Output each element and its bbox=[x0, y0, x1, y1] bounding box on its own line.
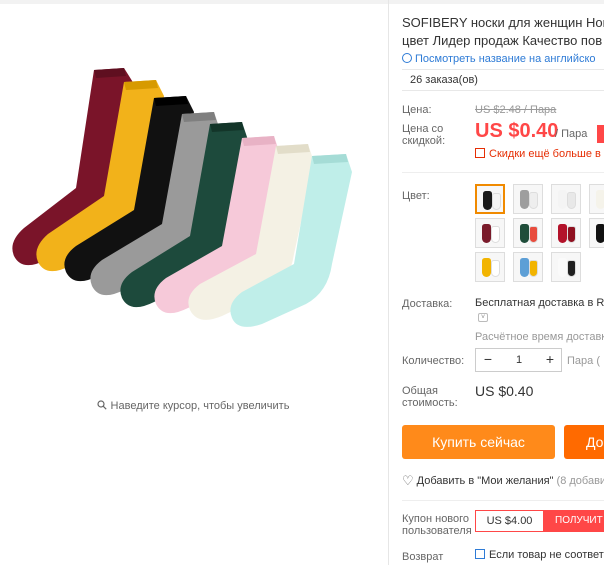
sock-shape bbox=[529, 260, 538, 277]
quantity-input[interactable] bbox=[500, 349, 538, 371]
sock-shape bbox=[482, 224, 491, 243]
discount-badge bbox=[597, 125, 604, 143]
sock-shape bbox=[491, 260, 500, 277]
coupon-value: US $4.00 bbox=[475, 510, 543, 532]
total-label: Общая стоимость: bbox=[402, 385, 458, 409]
document-icon bbox=[475, 549, 485, 559]
returns-policy[interactable]: Если товар не соответс bbox=[475, 549, 604, 561]
heart-icon: ♡ bbox=[402, 473, 414, 488]
sock-shape bbox=[483, 191, 492, 210]
add-to-wishlist-link[interactable]: ♡ Добавить в "Мои желания" (8 добави bbox=[402, 473, 604, 489]
sock-shape bbox=[567, 260, 576, 277]
sock-shape bbox=[596, 224, 604, 243]
quantity-decrease-button[interactable]: − bbox=[476, 349, 500, 371]
wishlist-count: (8 добави bbox=[556, 475, 604, 487]
sock-shape bbox=[520, 224, 529, 243]
color-swatch-white[interactable] bbox=[551, 184, 581, 214]
quantity-increase-button[interactable]: + bbox=[538, 349, 562, 371]
product-title-line1: SOFIBERY носки для женщин Нові bbox=[402, 15, 604, 30]
old-price: US $2.48 / Пара bbox=[475, 104, 557, 116]
buy-now-button[interactable]: Купить сейчас bbox=[402, 425, 555, 459]
sock-shape bbox=[558, 190, 567, 209]
zoom-hint-text: Наведите курсор, чтобы увеличить bbox=[110, 400, 290, 412]
product-title-line2: цвет Лидер продаж Качество пов bbox=[402, 33, 603, 48]
color-swatch-grey-white[interactable] bbox=[513, 184, 543, 214]
color-swatch-yellow-white[interactable] bbox=[475, 252, 505, 282]
globe-icon bbox=[402, 53, 412, 63]
total-price: US $0.40 bbox=[475, 383, 534, 399]
add-to-cart-button[interactable]: До bbox=[564, 425, 604, 459]
sock-shape bbox=[529, 192, 538, 209]
color-swatch-white-black[interactable] bbox=[551, 252, 581, 282]
orders-count: 26 заказа(ов) bbox=[402, 69, 604, 91]
returns-label: Возврат bbox=[402, 551, 444, 563]
sock-shape bbox=[520, 190, 529, 209]
color-swatch-white-cream[interactable] bbox=[589, 184, 604, 214]
shipping-label: Доставка: bbox=[402, 298, 453, 310]
discount-price-label: Цена со скидкой: bbox=[402, 123, 446, 147]
product-info-panel: SOFIBERY носки для женщин Нові цвет Лиде… bbox=[389, 0, 604, 565]
color-label: Цвет: bbox=[402, 190, 430, 202]
returns-text: Если товар не соответс bbox=[489, 549, 604, 561]
color-swatch-blue-yellow[interactable] bbox=[513, 252, 543, 282]
product-title: SOFIBERY носки для женщин Нові цвет Лиде… bbox=[402, 14, 604, 50]
quantity-unit: Пара ( bbox=[567, 355, 600, 367]
sock-shape bbox=[558, 258, 567, 277]
color-swatch-wine-white[interactable] bbox=[475, 218, 505, 248]
divider bbox=[402, 500, 604, 501]
promo-text: Скидки ещё больше в п bbox=[489, 148, 604, 160]
sock-shape bbox=[492, 193, 501, 210]
color-swatch-black-green[interactable] bbox=[589, 218, 604, 248]
translate-title-link[interactable]: Посмотреть название на английско bbox=[402, 53, 596, 65]
sock-shape bbox=[567, 192, 576, 209]
sock-shape bbox=[567, 226, 576, 243]
wishlist-text: Добавить в "Мои желания" bbox=[416, 475, 554, 487]
color-swatch-red-pair[interactable] bbox=[551, 218, 581, 248]
magnifier-icon bbox=[96, 400, 107, 410]
current-price: US $0.40 bbox=[475, 120, 559, 142]
sock-shape bbox=[596, 190, 604, 209]
divider bbox=[402, 172, 604, 173]
product-image-panel[interactable]: Наведите курсор, чтобы увеличить bbox=[0, 4, 388, 565]
get-coupon-button[interactable]: ПОЛУЧИТ bbox=[543, 510, 604, 532]
promo-link[interactable]: Скидки ещё больше в п bbox=[475, 148, 604, 160]
color-swatch-black-white[interactable] bbox=[475, 184, 505, 214]
delivery-eta: Расчётное время доставки bbox=[475, 331, 604, 343]
translate-link-text: Посмотреть название на английско bbox=[415, 53, 596, 65]
sock-shape bbox=[558, 224, 567, 243]
shipping-value: Бесплатная доставка в R bbox=[475, 297, 604, 309]
sock-shape bbox=[491, 226, 500, 243]
price-unit: / Пара bbox=[555, 128, 588, 140]
sock-shape bbox=[520, 258, 529, 277]
chevron-down-icon[interactable]: ˅ bbox=[478, 313, 488, 322]
qr-code-icon bbox=[475, 148, 485, 158]
price-label: Цена: bbox=[402, 104, 432, 116]
quantity-label: Количество: bbox=[402, 355, 465, 367]
coupon-label: Купон нового пользователя bbox=[402, 513, 472, 537]
quantity-stepper: − + bbox=[475, 348, 562, 372]
sock-shape bbox=[529, 226, 538, 243]
color-swatch-green-stripe[interactable] bbox=[513, 218, 543, 248]
sock-shape bbox=[482, 258, 491, 277]
product-image-socks[interactable] bbox=[6, 60, 386, 330]
zoom-hint: Наведите курсор, чтобы увеличить bbox=[0, 400, 386, 412]
